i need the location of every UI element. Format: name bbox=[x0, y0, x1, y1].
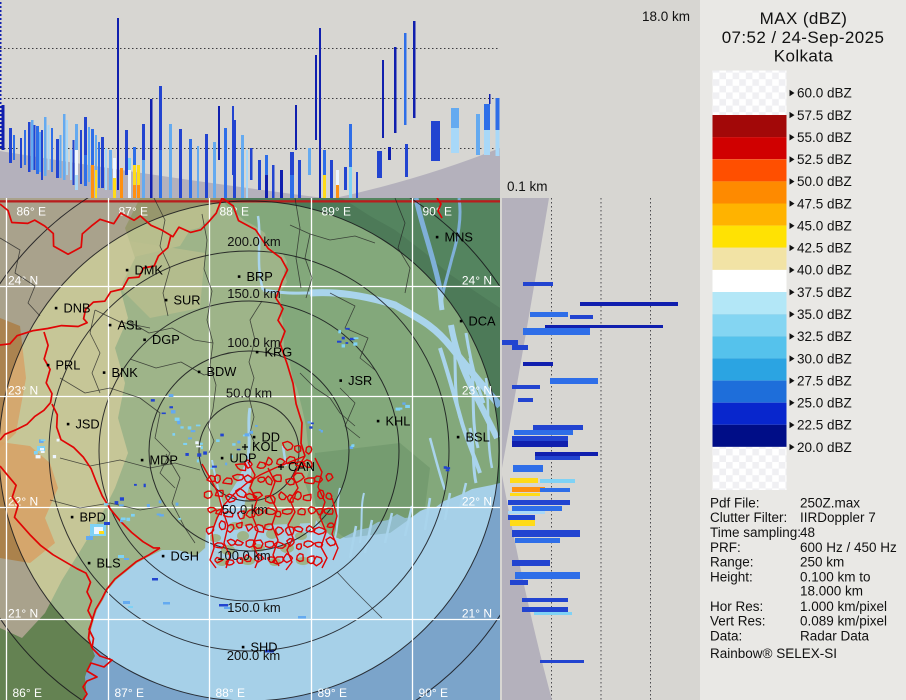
svg-text:ASL: ASL bbox=[118, 317, 142, 332]
svg-text:86° E: 86° E bbox=[13, 686, 42, 700]
svg-text:90° E: 90° E bbox=[423, 205, 452, 219]
svg-text:50.0 dBZ: 50.0 dBZ bbox=[797, 174, 852, 189]
svg-text:40.0 dBZ: 40.0 dBZ bbox=[797, 263, 852, 278]
svg-text:30.0 dBZ: 30.0 dBZ bbox=[797, 351, 852, 366]
svg-text:60.0 dBZ: 60.0 dBZ bbox=[797, 86, 852, 101]
svg-text:22° N: 22° N bbox=[462, 495, 492, 509]
svg-text:PRF:: PRF: bbox=[710, 540, 741, 555]
svg-text:0.1 km: 0.1 km bbox=[507, 179, 548, 194]
svg-text:BDW: BDW bbox=[207, 364, 238, 379]
svg-text:55.0 dBZ: 55.0 dBZ bbox=[797, 130, 852, 145]
svg-text:DGP: DGP bbox=[152, 332, 180, 347]
svg-text:50.0 km: 50.0 km bbox=[226, 386, 272, 401]
svg-text:DCA: DCA bbox=[469, 313, 496, 328]
svg-text:MDP: MDP bbox=[150, 452, 178, 467]
svg-text:JSR: JSR bbox=[348, 373, 372, 388]
svg-text:57.5 dBZ: 57.5 dBZ bbox=[797, 108, 852, 123]
svg-text:CAN: CAN bbox=[288, 459, 315, 474]
svg-text:PRL: PRL bbox=[56, 357, 81, 372]
svg-text:Vert Res:: Vert Res: bbox=[710, 614, 766, 629]
svg-text:18.000 km: 18.000 km bbox=[800, 584, 863, 599]
svg-text:23° N: 23° N bbox=[8, 384, 38, 398]
svg-text:32.5 dBZ: 32.5 dBZ bbox=[797, 329, 852, 344]
svg-text:600 Hz / 450 Hz: 600 Hz / 450 Hz bbox=[800, 540, 897, 555]
svg-text:Clutter Filter:: Clutter Filter: bbox=[710, 510, 787, 525]
svg-text:89° E: 89° E bbox=[322, 205, 351, 219]
svg-text:35.0 dBZ: 35.0 dBZ bbox=[797, 307, 852, 322]
svg-text:48: 48 bbox=[800, 525, 815, 540]
svg-text:KHL: KHL bbox=[386, 413, 411, 428]
svg-text:1.000 km/pixel: 1.000 km/pixel bbox=[800, 599, 887, 614]
svg-text:23° N: 23° N bbox=[462, 384, 492, 398]
svg-text:21° N: 21° N bbox=[8, 607, 38, 621]
svg-text:50.0 km: 50.0 km bbox=[222, 502, 268, 517]
svg-text:21° N: 21° N bbox=[462, 607, 492, 621]
svg-text:42.5 dBZ: 42.5 dBZ bbox=[797, 241, 852, 256]
svg-text:BPD: BPD bbox=[80, 509, 106, 524]
svg-text:Height:: Height: bbox=[710, 570, 753, 585]
svg-text:SUR: SUR bbox=[174, 292, 201, 307]
svg-text:BNK: BNK bbox=[112, 365, 139, 380]
svg-text:DMK: DMK bbox=[135, 262, 164, 277]
svg-text:27.5 dBZ: 27.5 dBZ bbox=[797, 373, 852, 388]
svg-text:37.5 dBZ: 37.5 dBZ bbox=[797, 285, 852, 300]
svg-text:25.0 dBZ: 25.0 dBZ bbox=[797, 396, 852, 411]
svg-text:22.5 dBZ: 22.5 dBZ bbox=[797, 418, 852, 433]
svg-text:45.0 dBZ: 45.0 dBZ bbox=[797, 219, 852, 234]
svg-text:JSD: JSD bbox=[76, 416, 100, 431]
svg-text:BSL: BSL bbox=[466, 429, 490, 444]
svg-text:Radar Data: Radar Data bbox=[800, 629, 870, 644]
svg-text:SHD: SHD bbox=[251, 639, 278, 654]
svg-text:0.089 km/pixel: 0.089 km/pixel bbox=[800, 614, 887, 629]
svg-text:47.5 dBZ: 47.5 dBZ bbox=[797, 196, 852, 211]
svg-text:90° E: 90° E bbox=[419, 686, 448, 700]
svg-text:87° E: 87° E bbox=[115, 686, 144, 700]
svg-text:250Z.max: 250Z.max bbox=[800, 496, 860, 511]
svg-text:250 km: 250 km bbox=[800, 555, 844, 570]
svg-text:IIRDoppler 7: IIRDoppler 7 bbox=[800, 510, 876, 525]
svg-text:Kolkata: Kolkata bbox=[774, 46, 834, 65]
svg-text:24° N: 24° N bbox=[462, 274, 492, 288]
svg-text:MNS: MNS bbox=[445, 229, 473, 244]
svg-text:Hor Res:: Hor Res: bbox=[710, 599, 763, 614]
svg-text:100.0 km: 100.0 km bbox=[217, 548, 270, 563]
svg-text:0.100 km to: 0.100 km to bbox=[800, 570, 871, 585]
svg-text:BRP: BRP bbox=[247, 269, 273, 284]
svg-text:200.0 km: 200.0 km bbox=[227, 234, 280, 249]
svg-text:150.0 km: 150.0 km bbox=[227, 286, 280, 301]
svg-text:20.0 dBZ: 20.0 dBZ bbox=[797, 440, 852, 455]
svg-text:KOL: KOL bbox=[252, 439, 278, 454]
svg-text:18.0 km: 18.0 km bbox=[642, 9, 690, 24]
svg-text:Range:: Range: bbox=[710, 555, 754, 570]
svg-text:Data:: Data: bbox=[710, 629, 742, 644]
svg-text:DNB: DNB bbox=[64, 300, 91, 315]
svg-text:86° E: 86° E bbox=[17, 205, 46, 219]
svg-text:MAX (dBZ): MAX (dBZ) bbox=[760, 9, 848, 28]
svg-text:KRG: KRG bbox=[265, 344, 293, 359]
svg-text:88° E: 88° E bbox=[216, 686, 245, 700]
svg-text:89° E: 89° E bbox=[318, 686, 347, 700]
svg-text:DGH: DGH bbox=[171, 548, 199, 563]
svg-text:Pdf File:: Pdf File: bbox=[710, 496, 760, 511]
svg-text:52.5 dBZ: 52.5 dBZ bbox=[797, 152, 852, 167]
svg-text:Rainbow® SELEX-SI: Rainbow® SELEX-SI bbox=[710, 646, 837, 661]
svg-text:150.0 km: 150.0 km bbox=[227, 600, 280, 615]
svg-text:Time sampling:: Time sampling: bbox=[710, 525, 801, 540]
svg-text:BLS: BLS bbox=[97, 555, 121, 570]
svg-text:07:52 / 24-Sep-2025: 07:52 / 24-Sep-2025 bbox=[722, 28, 885, 47]
svg-text:87° E: 87° E bbox=[119, 205, 148, 219]
